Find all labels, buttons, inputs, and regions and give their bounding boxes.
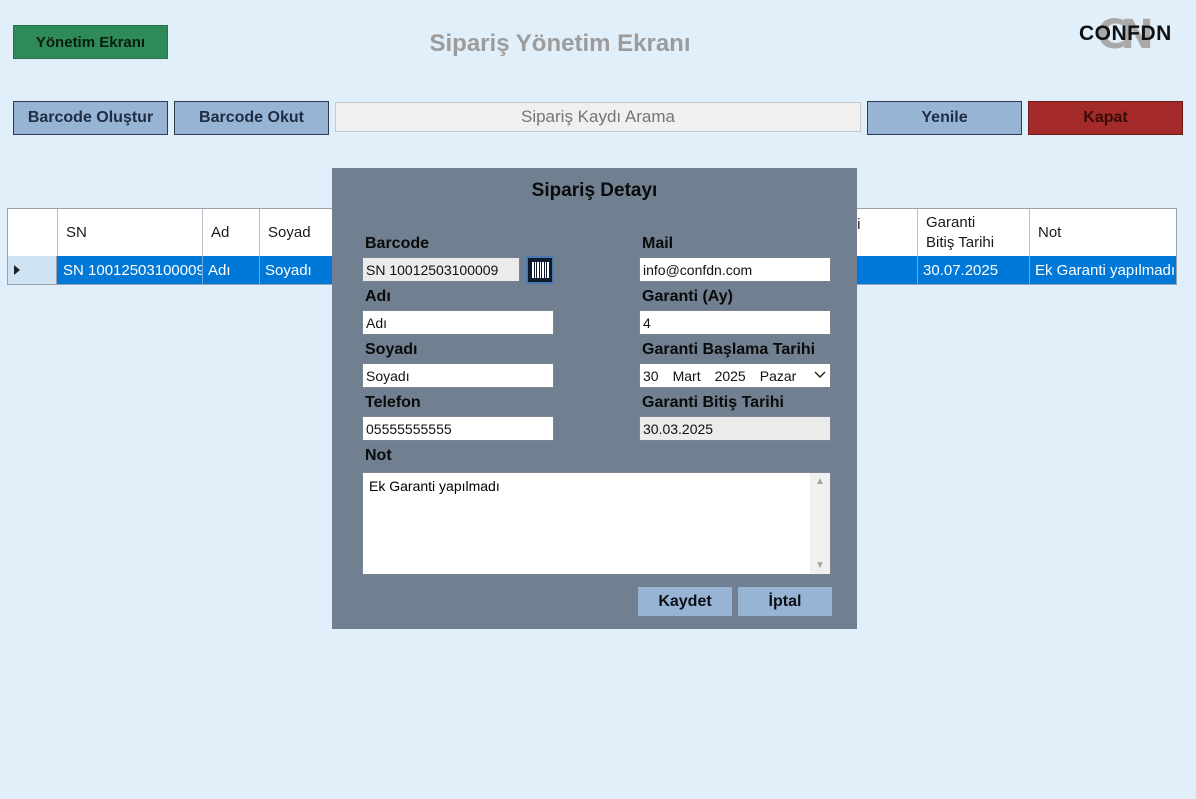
- date-month[interactable]: Mart: [673, 368, 701, 384]
- note-scrollbar[interactable]: ▲ ▼: [810, 473, 830, 574]
- cell-garanti-bitis[interactable]: 30.07.2025: [918, 256, 1030, 284]
- barcode-scan-button[interactable]: [526, 256, 554, 284]
- barcode-read-button[interactable]: Barcode Okut: [174, 101, 329, 135]
- warranty-start-label: Garanti Başlama Tarihi: [642, 341, 816, 358]
- logo-text: CONFDN: [1079, 22, 1172, 45]
- scroll-up-icon[interactable]: ▲: [815, 476, 825, 487]
- column-header-label: Garanti: [926, 213, 976, 231]
- date-day[interactable]: 30: [643, 368, 659, 384]
- phone-label: Telefon: [365, 394, 421, 411]
- chevron-down-icon[interactable]: [814, 367, 826, 381]
- column-header-garanti-bitis[interactable]: Garanti Bitiş Tarihi: [918, 209, 1030, 256]
- scroll-down-icon[interactable]: ▼: [815, 560, 825, 571]
- dialog-title: Sipariş Detayı: [531, 180, 658, 201]
- barcode-field[interactable]: [362, 257, 520, 282]
- note-label: Not: [365, 447, 392, 464]
- surname-field[interactable]: [362, 363, 554, 388]
- logo: CN CONFDN: [1075, 12, 1175, 58]
- warranty-months-field[interactable]: [639, 310, 831, 335]
- refresh-button[interactable]: Yenile: [867, 101, 1022, 135]
- column-header-ad[interactable]: Ad: [203, 209, 260, 256]
- row-pointer-icon: [14, 265, 20, 275]
- cell-ad[interactable]: Adı: [203, 256, 260, 284]
- column-header-sn[interactable]: SN: [58, 209, 203, 256]
- row-selector[interactable]: [8, 256, 57, 284]
- date-year[interactable]: 2025: [715, 368, 746, 384]
- mail-label: Mail: [642, 235, 674, 252]
- admin-screen-button[interactable]: Yönetim Ekranı: [13, 25, 168, 59]
- column-header-label: SN: [66, 223, 87, 241]
- column-header-not[interactable]: Not: [1030, 209, 1176, 256]
- warranty-start-date-picker[interactable]: 30 Mart 2025 Pazar: [639, 363, 831, 388]
- name-label: Adı: [365, 288, 391, 305]
- barcode-icon: [531, 262, 549, 278]
- note-textarea[interactable]: Ek Garanti yapılmadı ▲ ▼: [362, 472, 831, 575]
- column-header-label: Not: [1038, 223, 1062, 241]
- cancel-button[interactable]: İptal: [738, 587, 832, 616]
- column-header-label: Bitiş Tarihi: [926, 233, 995, 251]
- cell-soyad[interactable]: Soyadı: [260, 256, 335, 284]
- column-header-label: Soyad: [268, 223, 311, 241]
- date-weekday: Pazar: [759, 367, 797, 384]
- warranty-end-label: Garanti Bitiş Tarihi: [642, 394, 784, 411]
- cell-not[interactable]: Ek Garanti yapılmadı: [1030, 256, 1176, 284]
- warranty-months-label: Garanti (Ay): [642, 288, 733, 305]
- close-button[interactable]: Kapat: [1028, 101, 1183, 135]
- grid-corner-header: [8, 209, 58, 256]
- surname-label: Soyadı: [365, 341, 418, 358]
- barcode-label: Barcode: [365, 235, 430, 252]
- order-detail-dialog: Sipariş Detayı Barcode Mail Adı Garanti …: [332, 168, 857, 629]
- column-header-soyad[interactable]: Soyad: [260, 209, 335, 256]
- save-button[interactable]: Kaydet: [638, 587, 732, 616]
- note-text: Ek Garanti yapılmadı: [369, 478, 500, 494]
- column-header-label: Ad: [211, 223, 230, 241]
- barcode-create-button[interactable]: Barcode Oluştur: [13, 101, 168, 135]
- phone-field[interactable]: [362, 416, 554, 441]
- mail-field[interactable]: [639, 257, 831, 282]
- cell-sn[interactable]: SN 10012503100009: [58, 256, 203, 284]
- page-title: Sipariş Yönetim Ekranı: [429, 30, 691, 57]
- order-search-input[interactable]: [335, 102, 861, 132]
- name-field[interactable]: [362, 310, 554, 335]
- warranty-end-field[interactable]: [639, 416, 831, 441]
